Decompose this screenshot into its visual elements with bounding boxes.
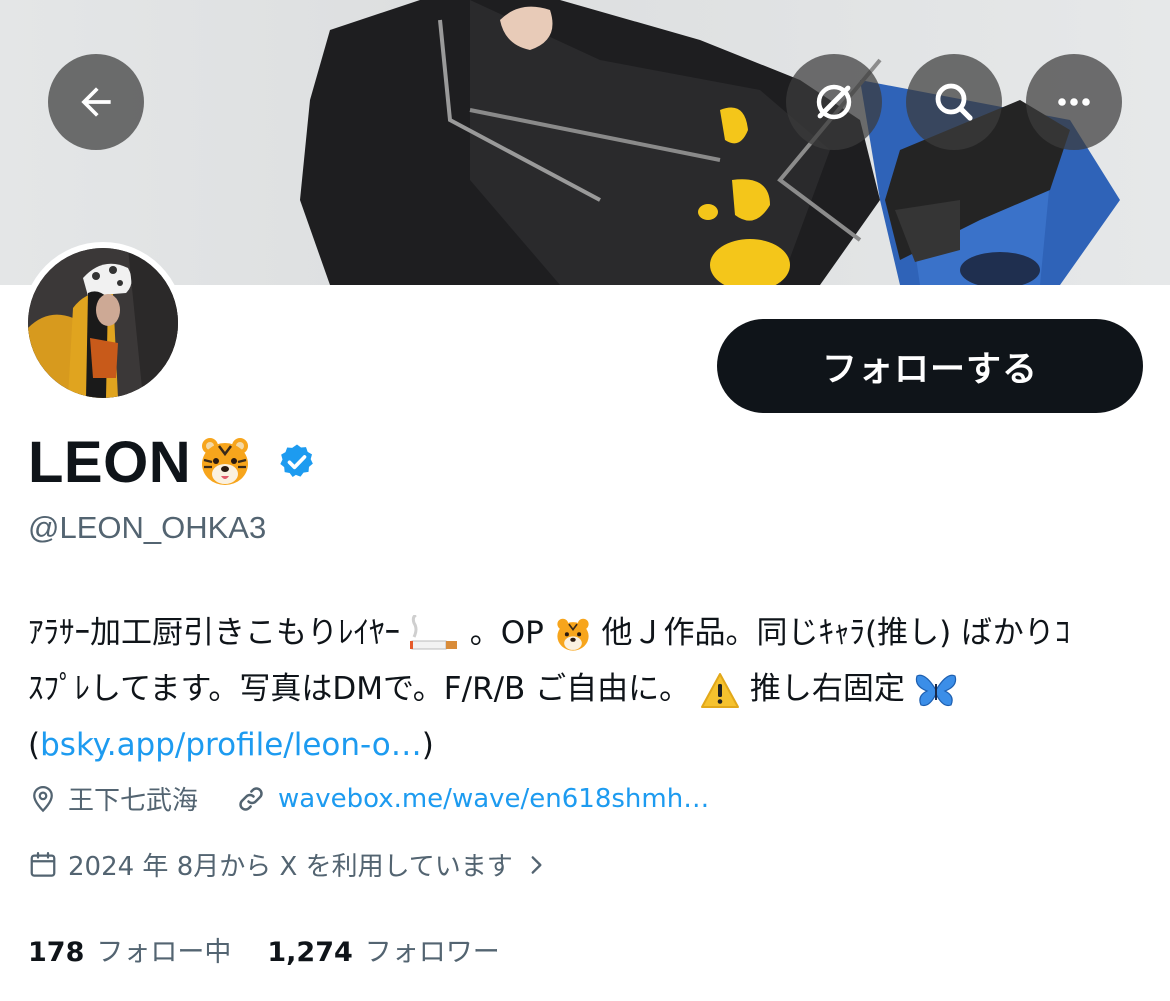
search-button[interactable]	[906, 54, 1002, 150]
grok-icon	[816, 84, 852, 120]
following-label: フォロー中	[96, 937, 232, 968]
following-link[interactable]: 178 フォロー中	[28, 930, 231, 969]
avatar-image	[28, 248, 178, 398]
chevron-right-icon	[531, 855, 542, 874]
warning-emoji-icon	[701, 672, 740, 708]
following-count: 178	[28, 937, 85, 968]
followers-label: フォロワー	[364, 937, 500, 968]
arrow-left-icon	[81, 87, 111, 117]
profile-banner[interactable]	[0, 0, 1170, 285]
avatar[interactable]	[22, 242, 184, 404]
profile-website-link[interactable]: wavebox.me/wave/en618shmh…	[278, 784, 709, 814]
follow-counts: 178 フォロー中 1,274 フォロワー	[28, 930, 500, 969]
bio-text: ｽﾌﾟﾚしてます。写真はDMで。F/R/B ご自由に。	[28, 671, 691, 707]
followers-link[interactable]: 1,274 フォロワー	[267, 930, 499, 969]
bio-line: ｱﾗｻｰ加工厨引きこもりﾚｲﾔｰ 。OP 他Ｊ作品。同じｷｬﾗ(推し) ばかりｺ	[28, 605, 1148, 661]
bio-text: 。OP	[469, 615, 544, 651]
bio-text: )	[421, 727, 434, 763]
tiger-face-emoji-icon	[557, 618, 589, 651]
more-horizontal-icon	[1058, 98, 1090, 106]
follow-button[interactable]: フォローする	[717, 319, 1143, 413]
profile-handle: @LEON_OHKA3	[28, 510, 267, 545]
tiger-face-emoji-icon	[202, 438, 249, 485]
bio-text: ｱﾗｻｰ加工厨引きこもりﾚｲﾔｰ	[28, 615, 400, 651]
cigarette-emoji-icon	[409, 614, 457, 649]
location-pin-icon	[33, 785, 53, 812]
back-button[interactable]	[48, 54, 144, 150]
bio-line: ｽﾌﾟﾚしてます。写真はDMで。F/R/B ご自由に。 推し右固定	[28, 661, 1148, 717]
display-name: LEON	[28, 429, 192, 495]
profile-location: 王下七武海	[68, 786, 199, 816]
profile-meta-row: 王下七武海 wavebox.me/wave/en618shmh…	[28, 780, 709, 817]
grok-button[interactable]	[786, 54, 882, 150]
bio-link[interactable]: bsky.app/profile/leon-o…	[40, 727, 422, 763]
calendar-icon	[30, 851, 56, 877]
butterfly-emoji-icon	[915, 674, 956, 706]
bio-line: (bsky.app/profile/leon-o…)	[28, 717, 1148, 773]
bio-text: (	[28, 727, 41, 763]
link-icon	[239, 786, 263, 811]
followers-count: 1,274	[267, 937, 353, 968]
bio-text: 推し右固定	[749, 671, 905, 707]
profile-bio: ｱﾗｻｰ加工厨引きこもりﾚｲﾔｰ 。OP 他Ｊ作品。同じｷｬﾗ(推し) ばかりｺ…	[28, 605, 1148, 773]
verified-badge-icon[interactable]	[277, 442, 317, 482]
banner-photo	[300, 0, 1120, 285]
search-icon	[935, 83, 973, 121]
more-button[interactable]	[1026, 54, 1122, 150]
profile-joined-row[interactable]: 2024 年 8月から X を利用しています	[28, 846, 549, 883]
profile-joined-date: 2024 年 8月から X を利用しています	[68, 852, 513, 882]
profile-name-row: LEON	[28, 424, 317, 500]
bio-text: 他Ｊ作品。同じｷｬﾗ(推し) ばかりｺ	[601, 615, 1071, 651]
